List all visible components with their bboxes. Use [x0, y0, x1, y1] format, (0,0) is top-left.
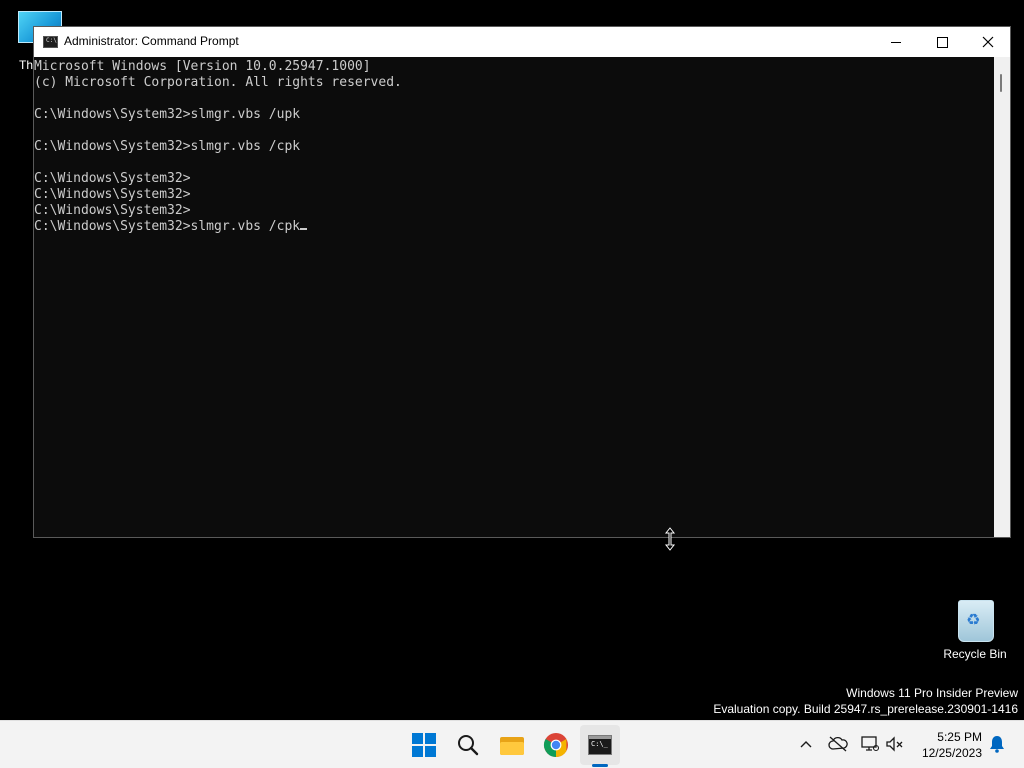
console-line: Microsoft Windows [Version 10.0.25947.10… — [34, 59, 371, 74]
cloud-offline-icon — [828, 736, 848, 752]
recycle-bin-label: Recycle Bin — [943, 647, 1007, 661]
console-line: (c) Microsoft Corporation. All rights re… — [34, 75, 402, 90]
file-explorer-button[interactable] — [492, 725, 532, 765]
resize-cursor-icon — [664, 527, 676, 551]
search-icon — [458, 735, 479, 756]
volume-button[interactable] — [884, 733, 906, 755]
maximize-icon — [936, 36, 948, 48]
console-output[interactable]: Microsoft Windows [Version 10.0.25947.10… — [34, 57, 994, 537]
volume-muted-icon — [886, 736, 903, 752]
close-button[interactable] — [965, 27, 1011, 57]
notifications-button[interactable] — [986, 733, 1008, 755]
start-button[interactable] — [404, 725, 444, 765]
network-button[interactable] — [859, 733, 881, 755]
recycle-symbol-icon: ♻ — [966, 612, 981, 629]
command-prompt-icon: C:\_ — [588, 735, 612, 755]
console-line: C:\Windows\System32>slmgr.vbs /upk — [34, 107, 301, 122]
watermark-line-edition: Windows 11 Pro Insider Preview — [846, 686, 1018, 700]
title-bar[interactable]: C:\ Administrator: Command Prompt — [34, 27, 1010, 57]
evaluation-watermark: Windows 11 Pro Insider Preview Evaluatio… — [713, 685, 1018, 717]
console-input-line[interactable]: C:\Windows\System32>slmgr.vbs /cpk — [34, 219, 994, 235]
taskbar: C:\_ 5:25 PM 12/25/2023 — [0, 720, 1024, 768]
network-icon — [861, 736, 880, 752]
clock[interactable]: 5:25 PM 12/25/2023 — [914, 729, 982, 761]
clock-time: 5:25 PM — [937, 730, 982, 744]
maximize-button[interactable] — [919, 27, 965, 57]
folder-icon — [500, 735, 524, 755]
close-icon — [982, 36, 994, 48]
recycle-bin-icon[interactable]: ♻ Recycle Bin — [940, 596, 1010, 666]
text-cursor — [300, 228, 308, 230]
active-app-indicator — [592, 764, 608, 767]
show-hidden-icons-button[interactable] — [795, 733, 817, 755]
console-line: C:\Windows\System32> — [34, 171, 191, 186]
watermark-line-build: Evaluation copy. Build 25947.rs_prerelea… — [713, 702, 1018, 716]
console-line: C:\Windows\System32> — [34, 187, 191, 202]
chrome-icon — [543, 733, 568, 757]
scrollbar-thumb[interactable] — [1000, 74, 1002, 92]
desktop: Th C:\ Administrator: Command Prompt Mic… — [0, 0, 1024, 720]
command-prompt-icon: C:\ — [43, 36, 58, 48]
minimize-button[interactable] — [873, 27, 919, 57]
command-prompt-taskbar-button[interactable]: C:\_ — [580, 725, 620, 765]
console-current-input: C:\Windows\System32>slmgr.vbs /cpk — [34, 219, 301, 234]
console-line: C:\Windows\System32>slmgr.vbs /cpk — [34, 139, 301, 154]
vertical-scrollbar[interactable] — [994, 57, 1010, 537]
chrome-button[interactable] — [536, 725, 576, 765]
console-line: C:\Windows\System32> — [34, 203, 191, 218]
clock-date: 12/25/2023 — [921, 746, 982, 760]
command-prompt-window[interactable]: C:\ Administrator: Command Prompt Micros… — [33, 26, 1011, 538]
chevron-up-icon — [800, 741, 812, 748]
window-title: Administrator: Command Prompt — [64, 34, 239, 48]
bell-icon — [990, 736, 1004, 753]
search-button[interactable] — [448, 725, 488, 765]
onedrive-button[interactable] — [827, 733, 849, 755]
windows-logo-icon — [412, 733, 436, 757]
minimize-icon — [891, 41, 901, 43]
